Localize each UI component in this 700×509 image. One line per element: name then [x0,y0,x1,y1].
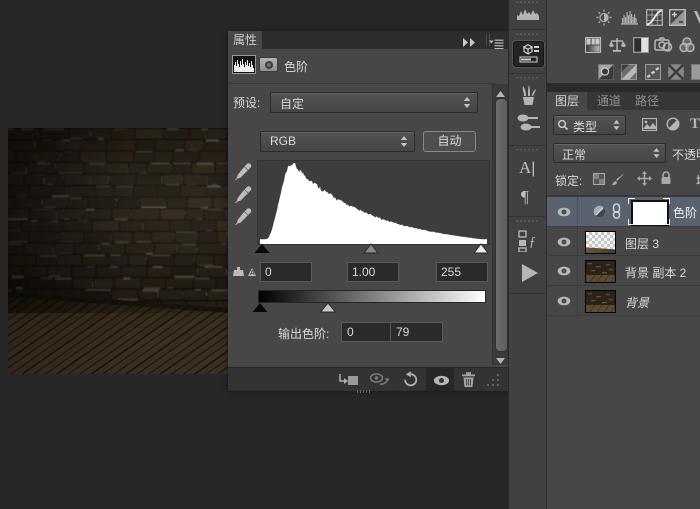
svg-text:A: A [250,270,255,277]
svg-text:ƒ: ƒ [529,235,536,250]
